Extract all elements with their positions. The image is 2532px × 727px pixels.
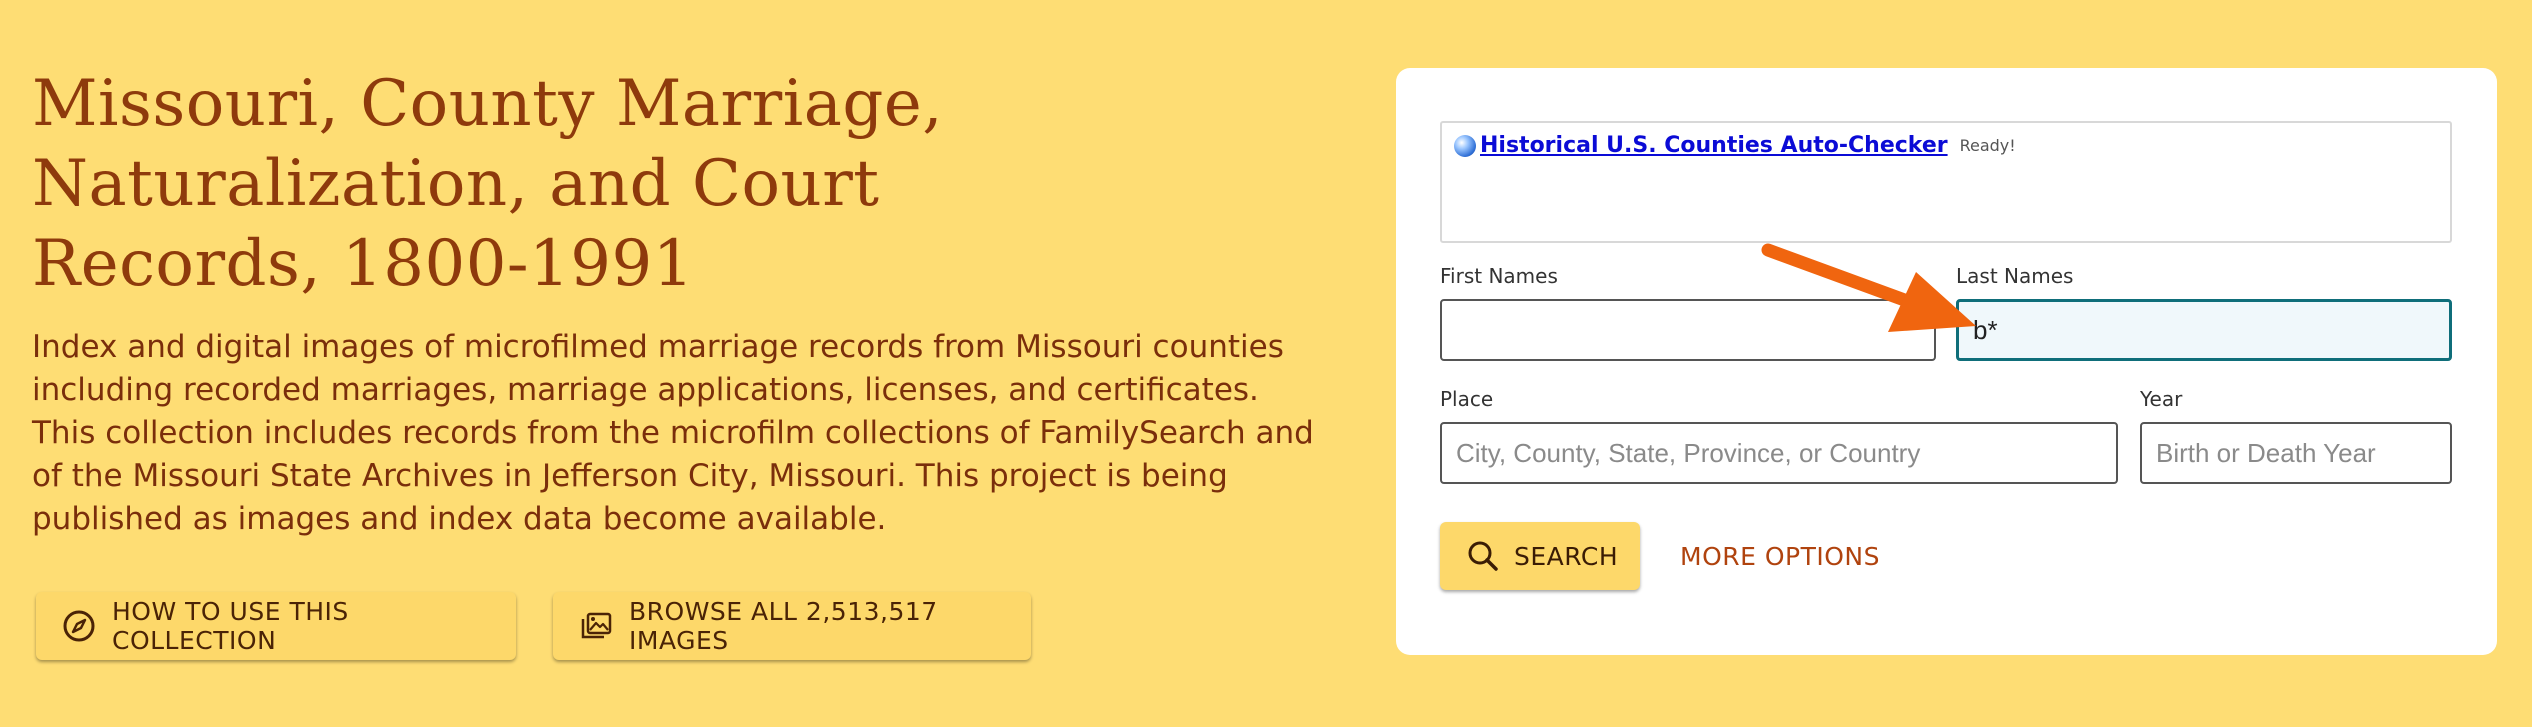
- browse-images-button[interactable]: BROWSE ALL 2,513,517 IMAGES: [553, 592, 1031, 660]
- page-title: Missouri, County Marriage, Naturalizatio…: [32, 67, 944, 301]
- search-card: Historical U.S. Counties Auto-Checker Re…: [1396, 68, 2497, 655]
- first-names-input[interactable]: [1440, 299, 1936, 361]
- compass-icon: [62, 609, 96, 643]
- year-input[interactable]: [2140, 422, 2452, 484]
- place-label: Place: [1440, 387, 1494, 411]
- image-gallery-icon: [579, 609, 613, 643]
- more-options-link[interactable]: MORE OPTIONS: [1680, 542, 1880, 571]
- search-button[interactable]: SEARCH: [1440, 522, 1640, 590]
- collection-header: Missouri, County Marriage, Naturalizatio…: [32, 64, 1332, 541]
- how-to-use-label: HOW TO USE THIS COLLECTION: [112, 597, 349, 655]
- collection-description: Index and digital images of microfilmed …: [32, 329, 1314, 537]
- first-names-label: First Names: [1440, 264, 1558, 288]
- county-checker-link[interactable]: Historical U.S. Counties Auto-Checker: [1480, 133, 1948, 158]
- magnifier-icon: [1466, 539, 1500, 573]
- place-input[interactable]: [1440, 422, 2118, 484]
- globe-icon: [1454, 134, 1476, 157]
- how-to-use-button[interactable]: HOW TO USE THIS COLLECTION: [36, 592, 516, 660]
- year-label: Year: [2140, 387, 2183, 411]
- search-label: SEARCH: [1514, 541, 1619, 571]
- browse-images-label: BROWSE ALL 2,513,517 IMAGES: [629, 597, 938, 655]
- last-names-input[interactable]: [1956, 299, 2452, 361]
- collection-actions: HOW TO USE THIS COLLECTION BROWSE ALL 2,…: [36, 592, 1031, 660]
- last-names-label: Last Names: [1956, 264, 2074, 288]
- checker-status: Ready!: [1959, 136, 2016, 155]
- county-checker-box: Historical U.S. Counties Auto-Checker Re…: [1440, 121, 2452, 243]
